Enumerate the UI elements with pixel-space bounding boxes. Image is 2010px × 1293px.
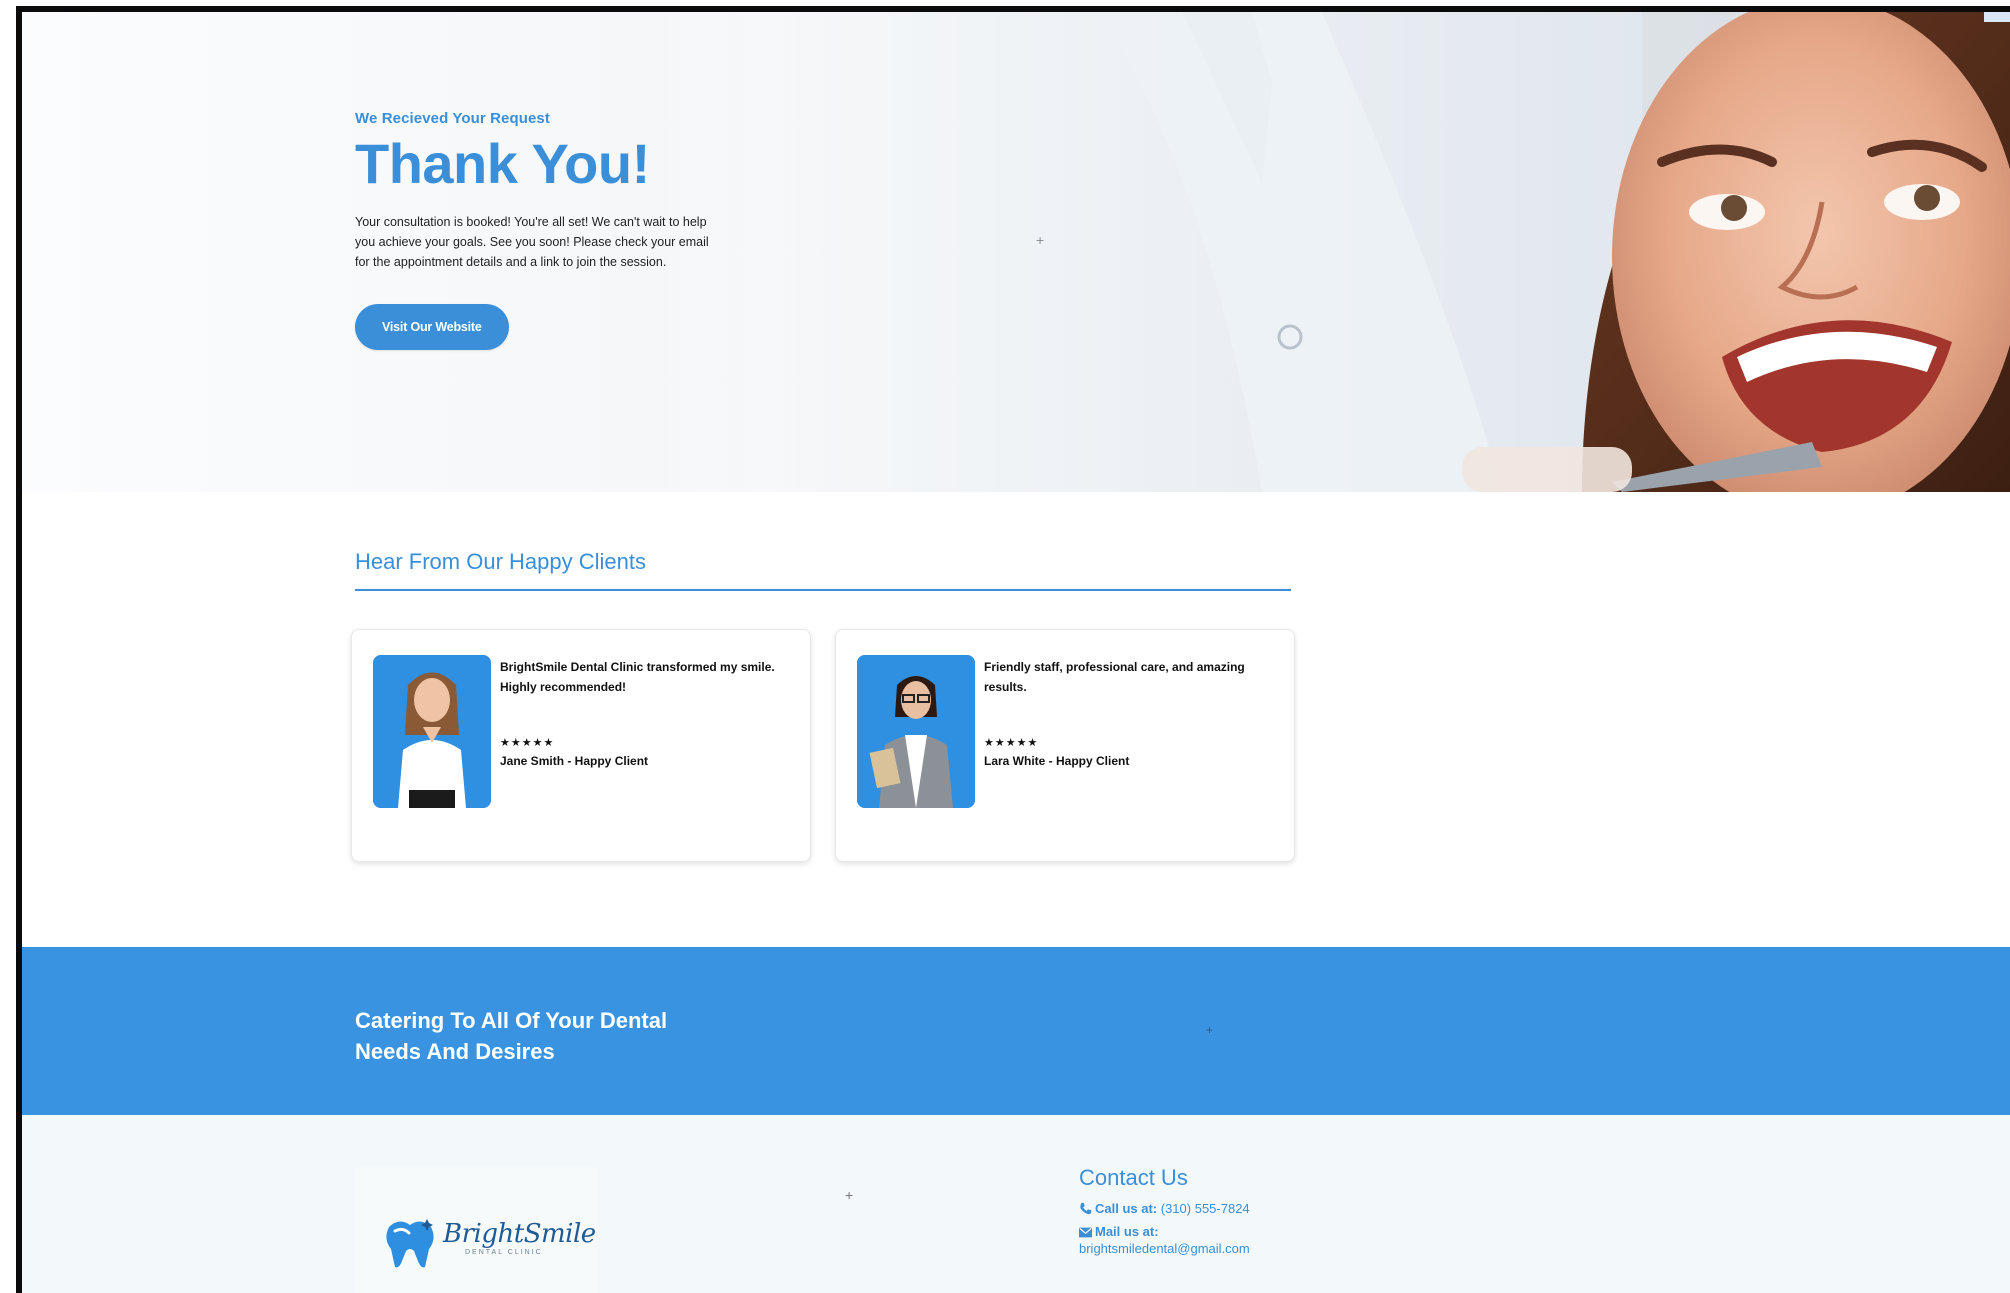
phone-number[interactable]: (310) 555-7824: [1161, 1201, 1250, 1216]
page-frame: + We Recieved Your Request Thank You! Yo…: [16, 6, 2010, 1293]
client-avatar-jane: [373, 655, 491, 808]
client-photo: [373, 655, 491, 808]
visit-website-button[interactable]: Visit Our Website: [355, 303, 509, 350]
star-rating: ★★★★★: [500, 737, 555, 749]
client-avatar-lara: [857, 655, 975, 808]
client-photo: [857, 655, 975, 808]
hero-photo-dentist-patient: [642, 12, 2010, 492]
contact-phone-row[interactable]: Call us at: (310) 555-7824: [1079, 1201, 1250, 1216]
testimonial-author: Lara White - Happy Client: [984, 754, 1130, 768]
testimonials-title: Hear From Our Happy Clients: [355, 549, 646, 574]
email-link[interactable]: brightsmiledental@gmail.com: [1079, 1241, 1250, 1256]
section-divider: [355, 589, 1291, 591]
hero-title: Thank You!: [355, 132, 650, 195]
logo-tagline: DENTAL CLINIC: [465, 1249, 543, 1256]
envelope-icon: [1079, 1227, 1092, 1238]
footer: BrightSmile DENTAL CLINIC + Contact Us C…: [22, 1115, 2010, 1293]
hero-eyebrow: We Recieved Your Request: [355, 110, 550, 127]
tooth-logo-icon: [386, 1219, 434, 1268]
call-label: Call us at:: [1095, 1201, 1158, 1216]
testimonial-author: Jane Smith - Happy Client: [500, 754, 649, 768]
testimonials-section: Hear From Our Happy Clients BrightSmile …: [22, 492, 2010, 942]
contact-mail-row: Mail us at:: [1079, 1224, 1250, 1239]
brand-logo[interactable]: BrightSmile DENTAL CLINIC: [355, 1167, 597, 1293]
star-rating: ★★★★★: [984, 737, 1039, 749]
band-tagline: Catering To All Of Your Dental Needs And…: [355, 1008, 668, 1064]
edge-artifact: [1984, 12, 2010, 22]
hero-body: Your consultation is booked! You're all …: [355, 214, 709, 269]
testimonial-card: Friendly staff, professional care, and a…: [835, 629, 1295, 862]
hero-section: + We Recieved Your Request Thank You! Yo…: [22, 12, 2010, 492]
mail-label: Mail us at:: [1095, 1224, 1159, 1239]
hero-content: We Recieved Your Request Thank You! Your…: [355, 110, 735, 350]
sparkle-icon: +: [1206, 1023, 1214, 1037]
logo-brand-text: BrightSmile: [443, 1219, 596, 1249]
contact-block: Contact Us Call us at: (310) 555-7824 Ma…: [1079, 1165, 1250, 1256]
testimonial-quote: Friendly staff, professional care, and a…: [984, 660, 1245, 694]
phone-icon: [1080, 1202, 1092, 1215]
sparkle-icon: +: [1036, 232, 1045, 248]
contact-title: Contact Us: [1079, 1165, 1188, 1190]
sparkle-icon: +: [845, 1187, 854, 1203]
tagline-band: Catering To All Of Your Dental Needs And…: [22, 947, 2010, 1115]
testimonial-quote: BrightSmile Dental Clinic transformed my…: [500, 660, 775, 694]
testimonial-card: BrightSmile Dental Clinic transformed my…: [351, 629, 811, 862]
